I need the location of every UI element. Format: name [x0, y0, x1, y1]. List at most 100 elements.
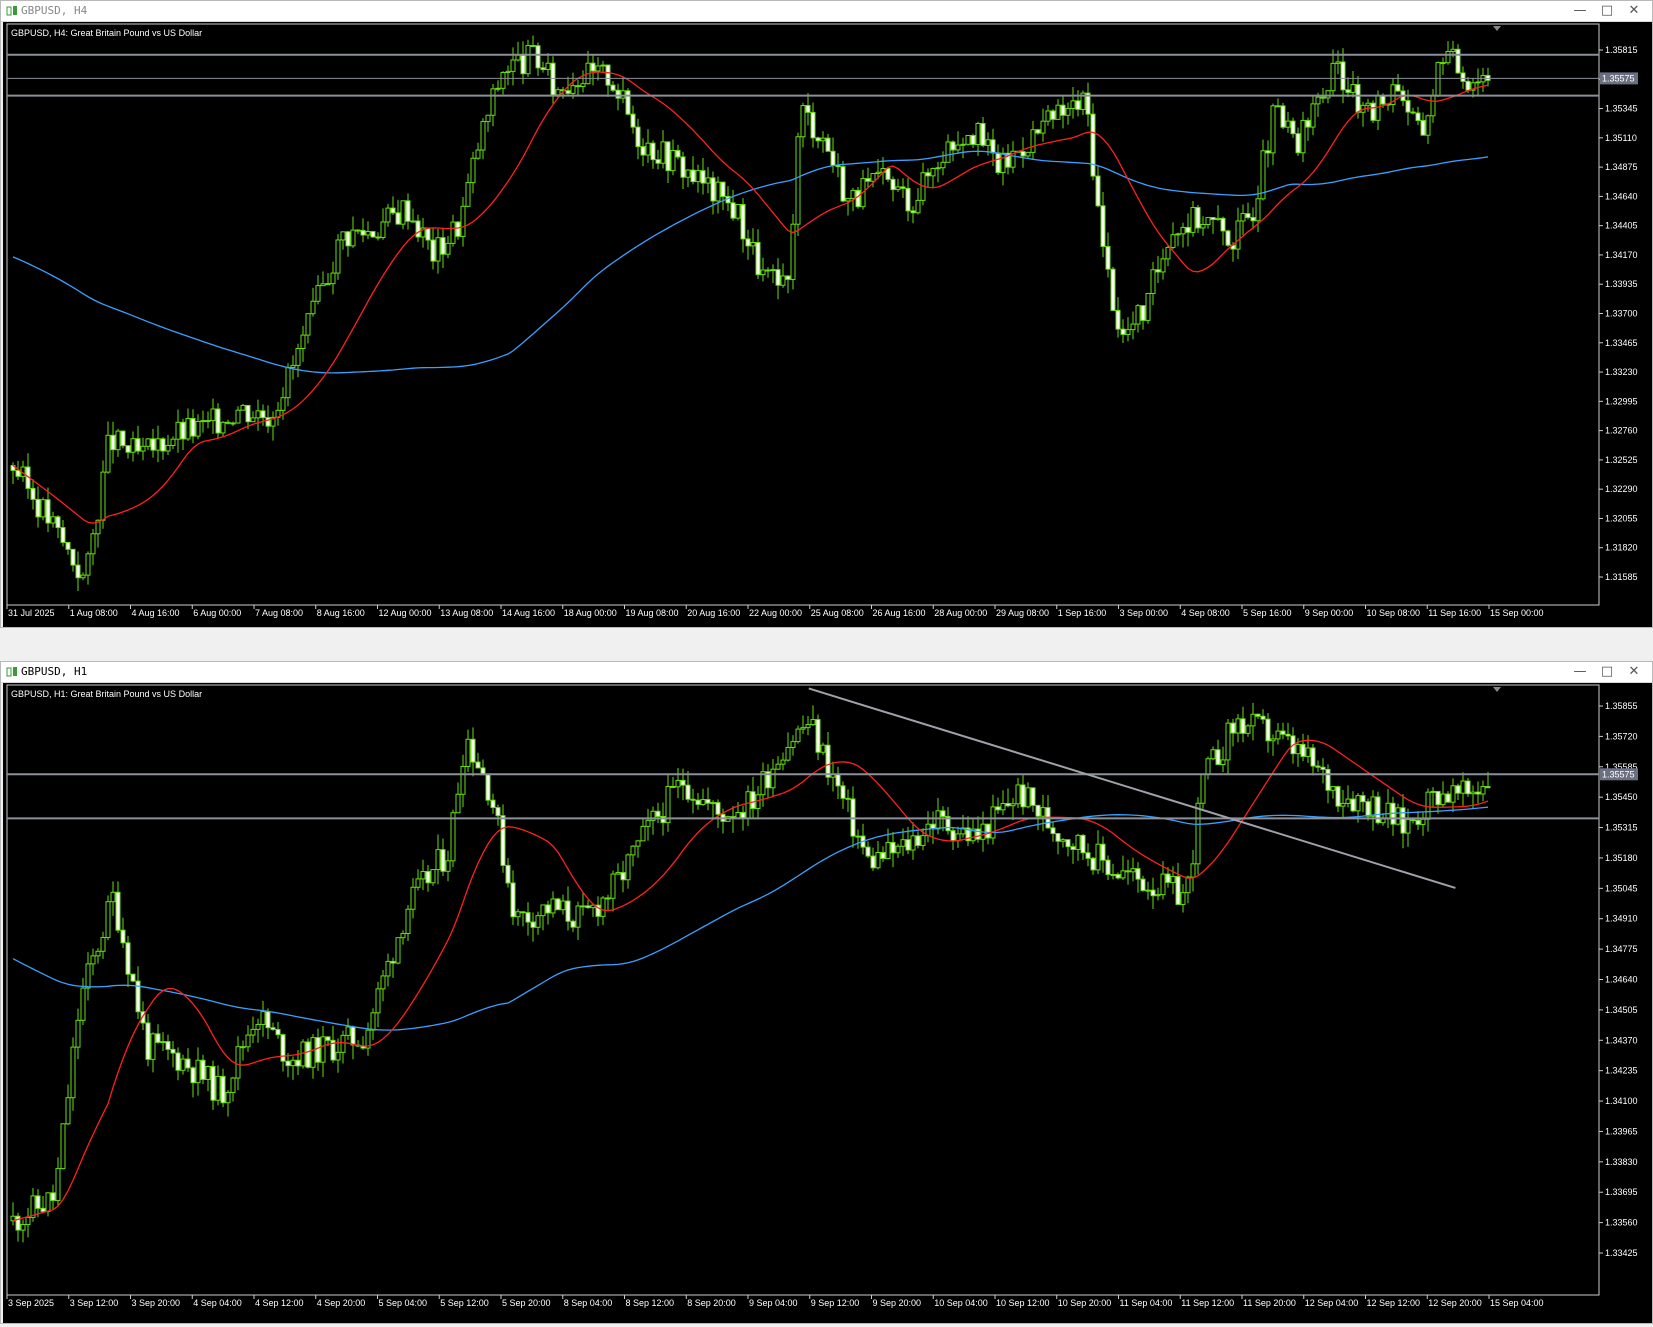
- candle-bull: [1025, 151, 1031, 157]
- candle-bear: [605, 897, 611, 900]
- scroll-marker-icon: [1493, 26, 1501, 31]
- candle-bull: [110, 891, 116, 903]
- candle-bear: [620, 872, 626, 881]
- candle-bear: [190, 1067, 196, 1084]
- candle-bull: [645, 142, 651, 156]
- candle-bull: [200, 420, 206, 423]
- candle-bull: [1425, 115, 1431, 136]
- candle-bear: [775, 269, 781, 286]
- price-axis-label: 1.34235: [1605, 1066, 1638, 1076]
- candle-bull: [305, 313, 311, 336]
- maximize-icon[interactable]: □: [1596, 663, 1618, 681]
- candle-bull: [230, 1077, 236, 1093]
- maximize-icon[interactable]: □: [1596, 2, 1618, 20]
- candle-bear: [995, 806, 1001, 811]
- candle-bull: [345, 1026, 351, 1036]
- ma-slow-line: [12, 806, 1489, 1031]
- candle-bull: [410, 886, 416, 910]
- candle-bull: [1425, 791, 1431, 820]
- candle-bull: [1130, 323, 1136, 331]
- time-axis-label: 14 Aug 16:00: [502, 608, 555, 618]
- close-icon[interactable]: ✕: [1623, 2, 1645, 20]
- candle-bear: [890, 841, 896, 854]
- time-axis-label: 4 Sep 08:00: [1181, 608, 1230, 618]
- candle-bear: [315, 1037, 321, 1063]
- price-chart[interactable]: GBPUSD, H4: Great Britain Pound vs US Do…: [3, 22, 1652, 627]
- candle-bull: [100, 936, 106, 952]
- candle-bear: [570, 920, 576, 928]
- candle-bull: [130, 438, 136, 453]
- window-titlebar[interactable]: GBPUSD, H4 — □ ✕: [1, 1, 1652, 22]
- candle-bull: [1120, 870, 1126, 879]
- window-title: GBPUSD, H1: [21, 665, 88, 678]
- minimize-icon[interactable]: —: [1569, 663, 1591, 681]
- candle-bull: [1460, 780, 1466, 794]
- candle-bull: [1170, 875, 1176, 883]
- candle-bull: [500, 72, 506, 89]
- candle-bull: [105, 434, 111, 473]
- candle-bear: [370, 231, 376, 238]
- candle-bear: [995, 152, 1001, 174]
- scroll-marker-icon: [1493, 687, 1501, 692]
- candle-bear: [1005, 803, 1011, 807]
- chart-window-h1[interactable]: GBPUSD, H1 — □ ✕ GBPUSD, H1: Great Brita…: [0, 661, 1653, 1324]
- candle-bull: [515, 54, 521, 61]
- candle-bull: [1065, 107, 1071, 116]
- candle-bear: [650, 142, 656, 161]
- candle-bull: [1235, 220, 1241, 250]
- candle-bull: [370, 1012, 376, 1031]
- candle-bull: [210, 408, 216, 422]
- candle-bull: [1175, 233, 1181, 236]
- candle-bull: [975, 122, 981, 145]
- candle-bull: [715, 181, 721, 202]
- price-chart[interactable]: GBPUSD, H1: Great Britain Pound vs US Do…: [3, 683, 1652, 1323]
- candle-bear: [110, 434, 116, 451]
- candle-bear: [405, 200, 411, 222]
- price-axis-label: 1.35855: [1605, 701, 1638, 711]
- candle-bear: [545, 904, 551, 914]
- candle-bull: [610, 873, 616, 899]
- candle-bear: [1225, 230, 1231, 246]
- candle-bear: [1250, 217, 1256, 222]
- candle-bull: [95, 950, 101, 957]
- close-icon[interactable]: ✕: [1623, 663, 1645, 681]
- candle-bull: [785, 746, 791, 761]
- candle-bear: [1135, 868, 1141, 880]
- candle-bull: [990, 806, 996, 839]
- candle-bear: [1380, 95, 1386, 105]
- candle-bear: [1065, 839, 1071, 848]
- candle-bear: [505, 864, 511, 884]
- candle-bull: [490, 88, 496, 116]
- candle-bull: [1270, 105, 1276, 154]
- candle-bull: [1235, 718, 1241, 734]
- candle-bull: [770, 768, 776, 789]
- candle-bull: [1200, 773, 1206, 804]
- candle-bull: [470, 157, 476, 184]
- candle-bear: [1405, 100, 1411, 113]
- time-axis-label: 5 Sep 16:00: [1243, 608, 1292, 618]
- candle-bull: [1215, 217, 1221, 221]
- candle-bear: [720, 181, 726, 197]
- candle-bull: [145, 438, 151, 447]
- candle-bear: [425, 870, 431, 884]
- candle-bear: [115, 891, 121, 931]
- candle-bull: [1285, 120, 1291, 128]
- chart-window-h4[interactable]: GBPUSD, H4 — □ ✕ GBPUSD, H4: Great Brita…: [0, 0, 1653, 628]
- candle-bull: [510, 59, 516, 72]
- candle-bear: [900, 186, 906, 189]
- candle-bear: [950, 141, 956, 151]
- candle-bull: [320, 283, 326, 287]
- window-titlebar[interactable]: GBPUSD, H1 — □ ✕: [1, 662, 1652, 683]
- candle-bear: [1285, 733, 1291, 737]
- time-axis-label: 12 Sep 12:00: [1367, 1298, 1421, 1308]
- chart-area[interactable]: GBPUSD, H4: Great Britain Pound vs US Do…: [3, 22, 1652, 627]
- chart-area[interactable]: GBPUSD, H1: Great Britain Pound vs US Do…: [3, 683, 1652, 1323]
- minimize-icon[interactable]: —: [1569, 2, 1591, 20]
- time-axis-label: 1 Aug 08:00: [70, 608, 118, 618]
- candle-bear: [1355, 84, 1361, 113]
- candle-bear: [1075, 100, 1081, 110]
- candle-bull: [550, 898, 556, 914]
- current-price-label: 1.35575: [1602, 769, 1635, 779]
- candle-bull: [805, 724, 811, 729]
- candle-bull: [1180, 892, 1186, 905]
